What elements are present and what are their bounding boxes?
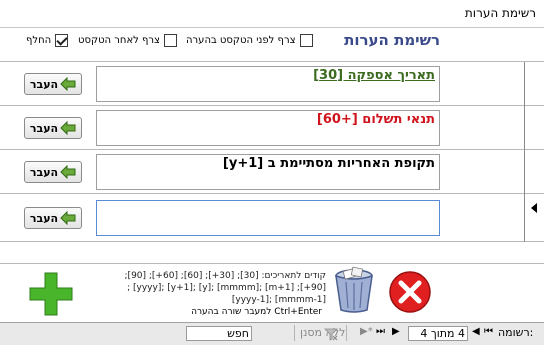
list-row: תקופת האחריות מסתיימת ב [y+1] העבר [0,150,544,194]
no-filter-label[interactable]: ללא מסנן [300,326,345,339]
option-replace[interactable]: החלף [26,34,69,47]
record-position: 4 מתוך 4 [420,327,465,340]
note-text-field[interactable]: תקופת האחריות מסתיימת ב [y+1] [96,154,440,190]
recycle-bin-icon[interactable] [332,266,376,314]
window-title: רשימת הערות [464,6,536,20]
note-text: תקופת האחריות מסתיימת ב [y+1] [222,156,435,171]
search-label: חפש [227,327,249,340]
transfer-label: העבר [29,165,59,179]
transfer-label: העבר [29,211,59,225]
delete-icon[interactable] [388,270,432,314]
nav-separator [294,325,295,341]
prepend-label: צרף לפני הטקסט בהערה [186,35,296,46]
form-header: רשימת הערות צרף לפני הטקסט בהערה צרף לאח… [0,28,544,62]
filter-icon [324,328,338,341]
option-prepend[interactable]: צרף לפני הטקסט בהערה [186,34,313,47]
search-input[interactable]: חפש [186,326,252,341]
current-record-icon [531,203,537,213]
line-break-hint: למעבר שורה בהערה Ctrl+Enter [191,307,322,317]
option-append[interactable]: צרף לאחר הטקסט [78,34,177,47]
prev-record-button[interactable]: ◀ [472,326,480,337]
replace-checkbox[interactable] [55,34,69,47]
last-record-button[interactable]: ⏭ [376,326,385,337]
date-codes-text: קודים לתאריכים: [30]; [30+]; [60]; [60+]… [124,271,326,305]
transfer-button[interactable]: העבר [24,73,82,95]
transfer-button[interactable]: העבר [24,117,82,139]
append-label: צרף לאחר הטקסט [78,35,160,46]
transfer-arrow-icon [60,77,76,91]
note-text-field-active[interactable] [96,200,440,236]
note-text-field[interactable]: תאריך אספקה [30] [96,66,440,102]
next-record-button[interactable]: ▶ [392,326,400,337]
list-row-new: העבר [0,194,544,242]
transfer-arrow-icon [60,211,76,225]
record-label: רשומה: [498,326,534,339]
transfer-button[interactable]: העבר [24,207,82,229]
transfer-label: העבר [29,77,59,91]
nav-separator [346,325,347,341]
note-text: תנאי תשלום [+60] [316,112,435,127]
transfer-button[interactable]: העבר [24,161,82,183]
new-record-button[interactable]: ▶* [360,326,373,337]
first-record-button[interactable]: ⏮ [484,326,493,337]
prepend-checkbox[interactable] [299,34,313,47]
add-icon[interactable] [28,271,74,317]
footer-separator [0,242,544,264]
transfer-arrow-icon [60,165,76,179]
note-text: תאריך אספקה [30] [313,68,435,83]
replace-label: החלף [26,35,52,46]
transfer-label: העבר [29,121,59,135]
window-titlebar: רשימת הערות [0,0,544,28]
list-row: תאריך אספקה [30] העבר [0,62,544,106]
transfer-arrow-icon [60,121,76,135]
list-row: תנאי תשלום [+60] העבר [0,106,544,150]
record-selector-divider [524,62,525,242]
note-text-field[interactable]: תנאי תשלום [+60] [96,110,440,146]
append-checkbox[interactable] [163,34,177,47]
current-record-field[interactable]: 4 מתוך 4 [408,326,468,341]
page-title: רשימת הערות [344,31,440,49]
